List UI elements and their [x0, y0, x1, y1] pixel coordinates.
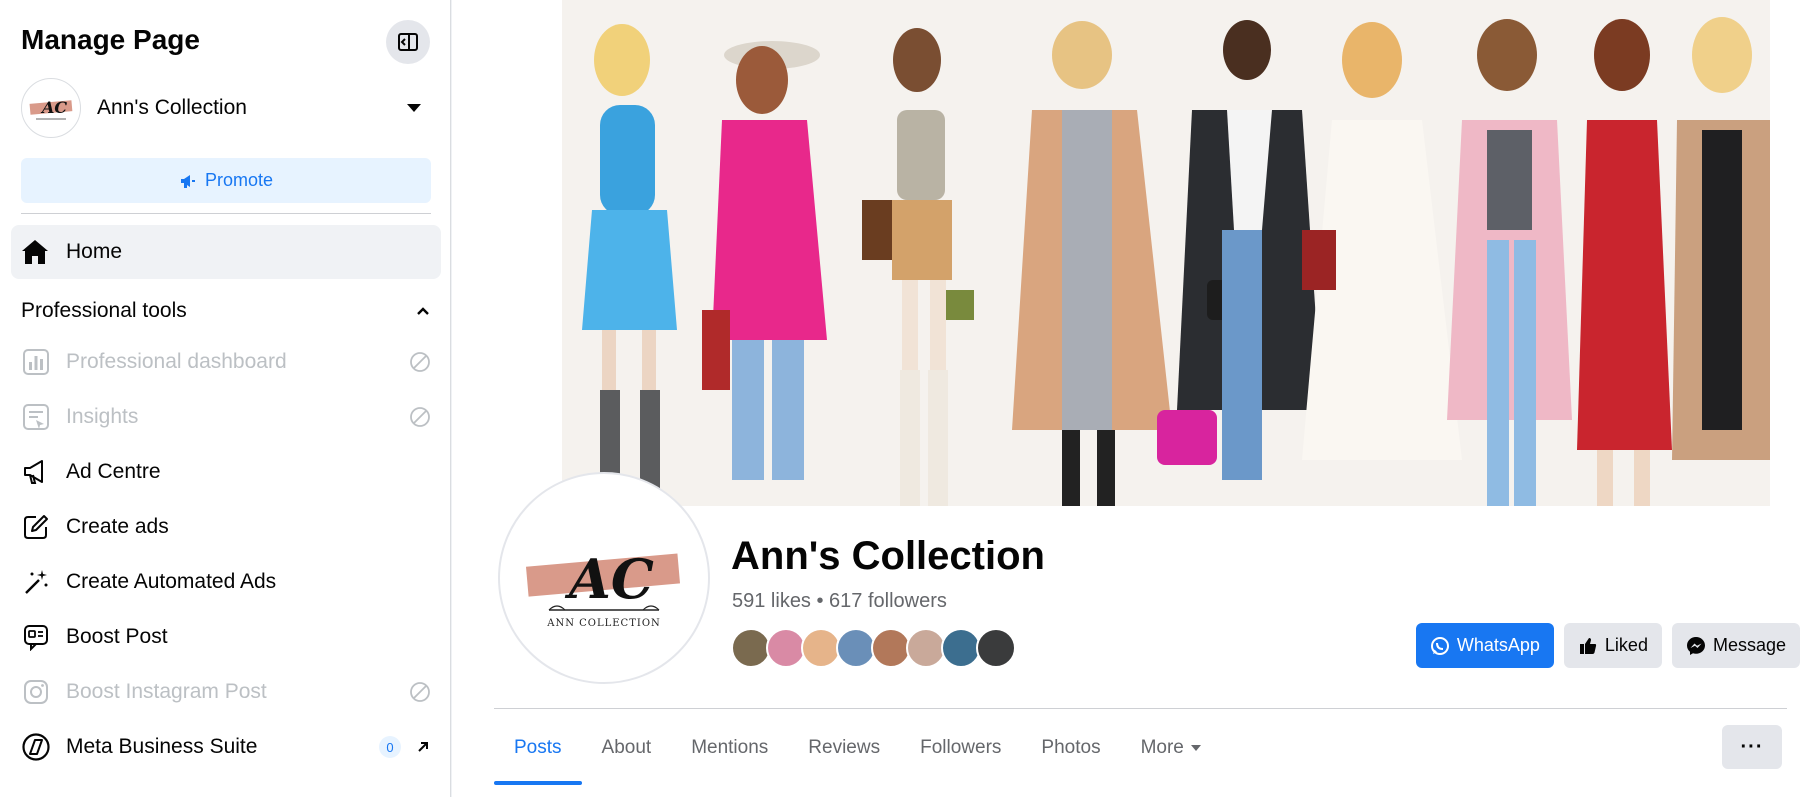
tab-more[interactable]: More [1121, 710, 1221, 785]
magic-wand-icon [21, 567, 51, 597]
whatsapp-icon [1430, 636, 1449, 655]
sidebar-item-boost-instagram-post[interactable]: Boost Instagram Post [21, 667, 431, 717]
boost-post-icon [21, 622, 51, 652]
sidebar-item-create-automated-ads[interactable]: Create Automated Ads [21, 557, 431, 607]
sidebar-item-label: Meta Business Suite [66, 735, 258, 758]
disabled-icon [410, 352, 430, 372]
tab-about[interactable]: About [582, 710, 672, 785]
ellipsis-icon: ··· [1740, 735, 1764, 758]
tab-mentions[interactable]: Mentions [671, 710, 788, 785]
sidebar-item-ad-centre[interactable]: Ad Centre [21, 447, 431, 497]
avatar[interactable] [941, 628, 981, 668]
disabled-icon [410, 682, 430, 702]
sidebar-toggle-icon [398, 33, 418, 51]
manage-page-sidebar: Manage Page AC Ann's Collection Promote … [0, 0, 451, 797]
chevron-down-icon[interactable] [407, 104, 421, 112]
sidebar-item-insights[interactable]: Insights [21, 392, 431, 442]
insights-icon [21, 402, 51, 432]
sidebar-item-label: Professional dashboard [66, 350, 287, 373]
caret-down-icon [1190, 744, 1201, 751]
tab-photos[interactable]: Photos [1021, 710, 1120, 785]
page-tabs: Posts About Mentions Reviews Followers P… [494, 710, 1221, 785]
more-options-button[interactable]: ··· [1722, 725, 1782, 769]
promote-button[interactable]: Promote [21, 158, 431, 203]
page-switcher[interactable]: AC Ann's Collection [21, 78, 431, 138]
notification-badge: 0 [379, 736, 401, 758]
liked-button[interactable]: Liked [1563, 623, 1662, 668]
tab-more-label: More [1140, 736, 1184, 758]
avatar[interactable] [801, 628, 841, 668]
sidebar-item-label: Boost Instagram Post [66, 680, 267, 703]
section-label: Professional tools [21, 299, 187, 322]
page-actions: WhatsApp Liked Message [1415, 623, 1800, 668]
whatsapp-label: WhatsApp [1456, 635, 1540, 655]
sidebar-item-label: Ad Centre [66, 460, 161, 483]
chevron-up-icon [417, 307, 429, 315]
sidebar-item-label: Create ads [66, 515, 169, 538]
professional-tools-header[interactable]: Professional tools [21, 296, 431, 326]
messenger-icon [1686, 636, 1705, 655]
follower-avatars[interactable] [731, 628, 1016, 668]
sidebar-item-label: Insights [66, 405, 139, 428]
avatar[interactable] [906, 628, 946, 668]
page-profile-picture[interactable]: AC ANN COLLECTION [498, 472, 710, 684]
collapse-sidebar-button[interactable] [386, 20, 430, 64]
external-link-icon [418, 742, 428, 752]
sidebar-title: Manage Page [21, 24, 200, 55]
megaphone-icon [21, 457, 51, 487]
sidebar-item-label: Home [66, 240, 123, 263]
tab-posts[interactable]: Posts [494, 710, 582, 785]
promote-label: Promote [204, 170, 274, 190]
sidebar-item-label: Boost Post [66, 625, 168, 648]
liked-label: Liked [1604, 635, 1648, 655]
tab-reviews[interactable]: Reviews [788, 710, 900, 785]
avatar[interactable] [976, 628, 1016, 668]
logo-subtext: ANN COLLECTION [546, 618, 661, 629]
logo-text: AC [564, 547, 654, 611]
pencil-icon [21, 512, 51, 542]
avatar[interactable] [731, 628, 771, 668]
tab-followers[interactable]: Followers [900, 710, 1021, 785]
instagram-icon [21, 677, 51, 707]
sidebar-item-home[interactable]: Home [11, 225, 441, 279]
sidebar-item-meta-business-suite[interactable]: Meta Business Suite 0 [21, 722, 431, 772]
sidebar-divider [21, 213, 431, 214]
whatsapp-button[interactable]: WhatsApp [1415, 623, 1554, 668]
sidebar-item-label: Create Automated Ads [66, 570, 277, 593]
dashboard-icon [21, 347, 51, 377]
page-title: Ann's Collection [731, 534, 1045, 578]
logo-text-small: AC [40, 98, 67, 117]
sidebar-item-professional-dashboard[interactable]: Professional dashboard [21, 337, 431, 387]
avatar[interactable] [836, 628, 876, 668]
home-icon [22, 240, 48, 264]
business-suite-icon [21, 732, 51, 762]
cover-photo[interactable] [562, 0, 1770, 506]
avatar[interactable] [766, 628, 806, 668]
page-main: AC ANN COLLECTION Ann's Collection 591 l… [452, 0, 1820, 797]
avatar[interactable] [871, 628, 911, 668]
disabled-icon [410, 407, 430, 427]
message-button[interactable]: Message [1671, 623, 1800, 668]
page-logo: AC ANN COLLECTION [525, 547, 681, 629]
fashion-illustration [562, 0, 1770, 506]
page-stats[interactable]: 591 likes • 617 followers [732, 590, 947, 613]
megaphone-icon [180, 174, 195, 188]
page-avatar: AC [21, 78, 81, 138]
sidebar-item-create-ads[interactable]: Create ads [21, 502, 431, 552]
message-label: Message [1712, 635, 1786, 655]
sidebar-item-boost-post[interactable]: Boost Post [21, 612, 431, 662]
thumbs-up-icon [1579, 637, 1597, 654]
tabs-divider [494, 708, 1787, 709]
page-switcher-name: Ann's Collection [97, 96, 247, 119]
